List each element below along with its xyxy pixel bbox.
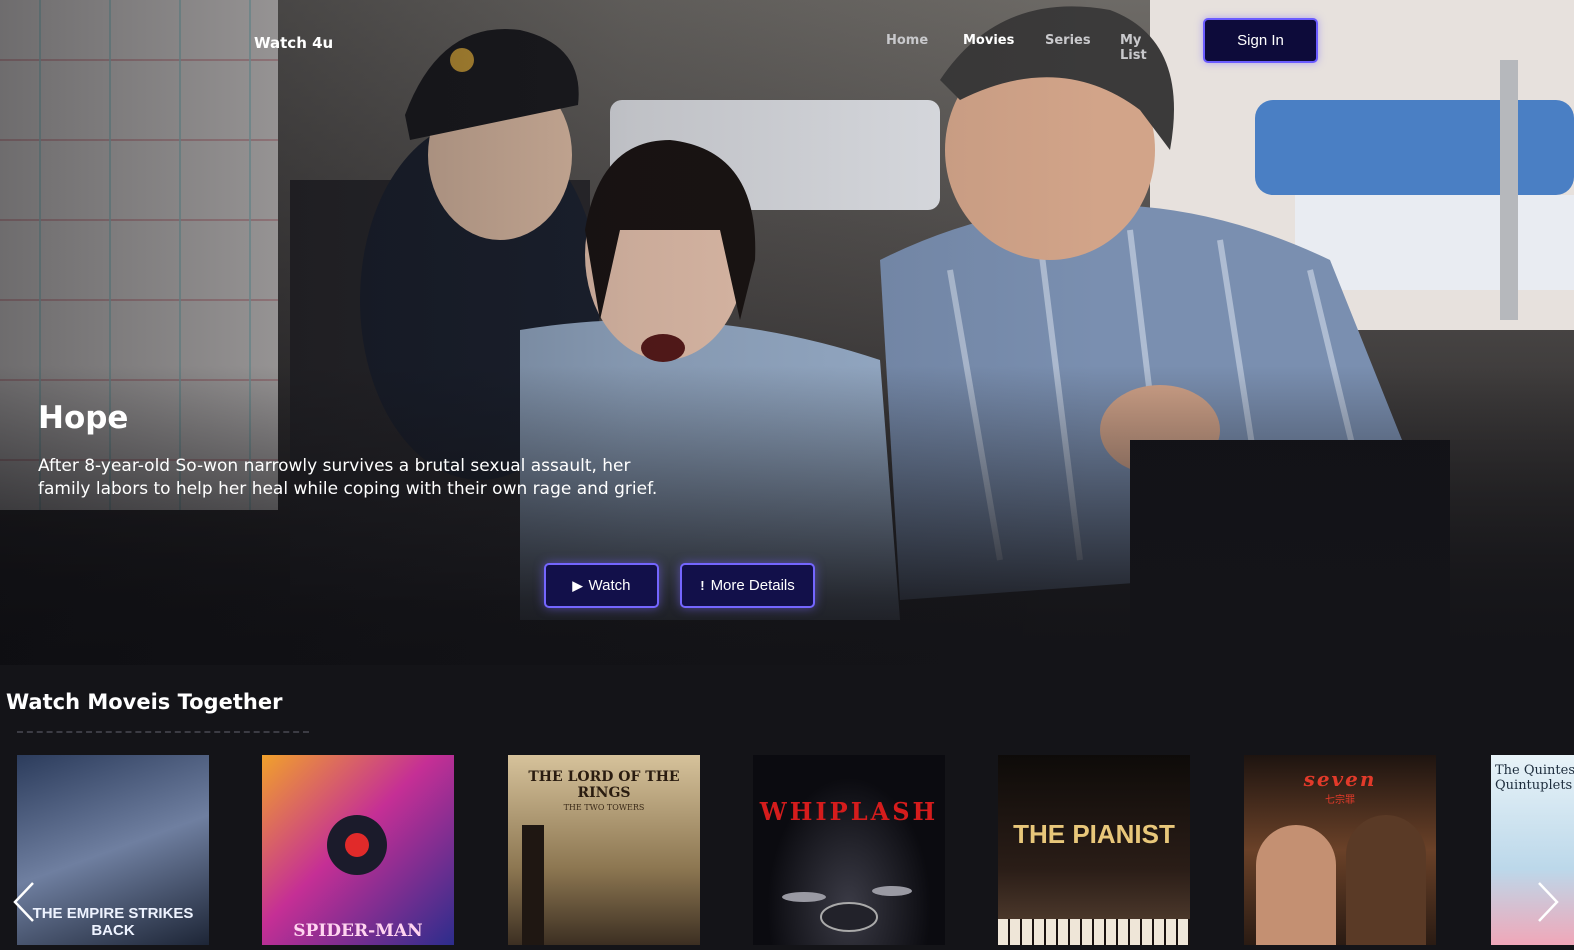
poster-title: The Quintessential Quintuplets: [1495, 763, 1574, 793]
watch-button[interactable]: ▶ Watch: [544, 563, 659, 608]
face-right: [1346, 815, 1426, 945]
brand-logo[interactable]: Watch 4u: [254, 34, 333, 52]
drum-kit-icon: [782, 886, 912, 932]
poster-title: WHIPLASH: [759, 797, 939, 826]
row-title-underline: [17, 731, 309, 733]
more-details-button[interactable]: ! More Details: [680, 563, 815, 608]
carousel-next-button[interactable]: [1528, 872, 1568, 932]
poster-title: SPIDER-MAN: [293, 921, 423, 941]
nav-movies[interactable]: Movies: [963, 33, 1014, 48]
app-page: Watch 4u Home Movies Series My List Sign…: [0, 0, 1574, 950]
row-title: Watch Moveis Together: [6, 690, 283, 714]
poster-title: THE EMPIRE STRIKES BACK: [32, 905, 194, 939]
carousel-prev-button[interactable]: [4, 872, 44, 932]
sign-in-button[interactable]: Sign In: [1203, 18, 1318, 63]
chevron-left-icon: [13, 882, 34, 922]
play-icon: ▶: [572, 577, 583, 593]
poster-subtitle: 七宗罪: [1325, 795, 1355, 806]
more-details-label: More Details: [710, 577, 795, 594]
poster-title: THE LORD OF THE RINGS: [528, 769, 680, 801]
poster-title-block: seven 七宗罪: [1244, 767, 1436, 806]
poster-title: THE PIANIST: [1013, 819, 1175, 849]
poster-carousel: THE EMPIRE STRIKES BACK SPIDER-MAN THE L…: [0, 755, 1574, 945]
poster-subtitle: THE TWO TOWERS: [563, 803, 645, 812]
hero-title: Hope: [38, 400, 129, 436]
poster-title-block: THE LORD OF THE RINGS THE TWO TOWERS: [508, 769, 700, 812]
nav-series[interactable]: Series: [1045, 33, 1091, 48]
info-icon: !: [700, 578, 705, 593]
poster-card[interactable]: seven 七宗罪: [1244, 755, 1436, 945]
poster-card[interactable]: THE LORD OF THE RINGS THE TWO TOWERS: [508, 755, 700, 945]
watch-button-label: Watch: [588, 577, 631, 594]
hero-banner: Watch 4u Home Movies Series My List Sign…: [0, 0, 1574, 665]
poster-card[interactable]: WHIPLASH: [753, 755, 945, 945]
nav-home[interactable]: Home: [886, 33, 928, 48]
piano-keys: [998, 919, 1190, 945]
poster-card[interactable]: THE PIANIST: [998, 755, 1190, 945]
poster-title: seven: [1303, 767, 1377, 791]
spider-emblem-icon: [327, 815, 387, 875]
tower-silhouette: [522, 825, 544, 945]
poster-card[interactable]: SPIDER-MAN: [262, 755, 454, 945]
chevron-right-icon: [1538, 882, 1559, 922]
nav-my-list[interactable]: My List: [1120, 33, 1147, 63]
hero-description: After 8-year-old So-won narrowly survive…: [38, 456, 658, 499]
face-left: [1256, 825, 1336, 945]
poster-card[interactable]: THE EMPIRE STRIKES BACK: [17, 755, 209, 945]
